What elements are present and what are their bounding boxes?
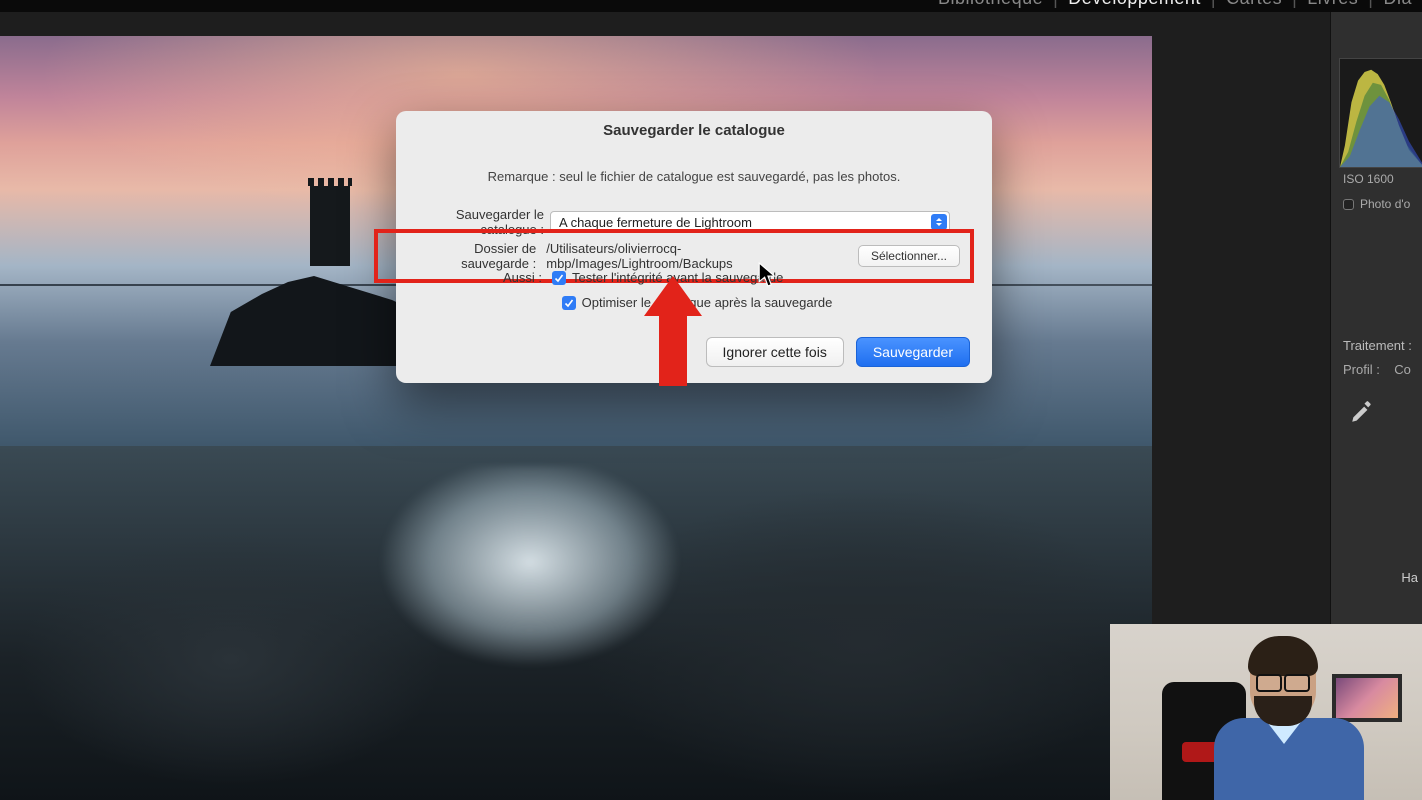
webcam-overlay xyxy=(1110,624,1422,800)
dialog-title: Sauvegarder le catalogue xyxy=(396,111,992,139)
highlights-label-partial: Ha xyxy=(1401,570,1418,585)
optimize-label: Optimiser le catalogue après la sauvegar… xyxy=(582,295,833,310)
backup-frequency-value: A chaque fermeture de Lightroom xyxy=(559,215,752,230)
ignore-button[interactable]: Ignorer cette fois xyxy=(706,337,844,367)
test-integrity-checkbox[interactable]: Tester l'intégrité avant la sauvegarde xyxy=(552,270,783,285)
presenter xyxy=(1204,640,1374,800)
backup-folder-label: Dossier de sauvegarde : xyxy=(404,241,542,271)
tab-book[interactable]: Livres xyxy=(1297,0,1368,9)
checkbox-checked-icon xyxy=(552,271,566,285)
profile-value: Co xyxy=(1394,362,1411,377)
profile-row[interactable]: Profil : Co xyxy=(1343,362,1411,377)
original-photo-label: Photo d'o xyxy=(1360,197,1410,211)
backup-folder-path: /Utilisateurs/olivierrocq-mbp/Images/Lig… xyxy=(542,241,854,271)
tab-slideshow[interactable]: Dia xyxy=(1373,0,1422,9)
module-tabs: Bibliothèque | Développement | Cartes | … xyxy=(0,0,1422,12)
backup-catalog-dialog: Sauvegarder le catalogue Remarque : seul… xyxy=(396,111,992,383)
also-row: Aussi : Tester l'intégrité avant la sauv… xyxy=(396,270,992,285)
test-integrity-label: Tester l'intégrité avant la sauvegarde xyxy=(572,270,783,285)
select-folder-button[interactable]: Sélectionner... xyxy=(858,245,960,267)
optimize-checkbox[interactable]: Optimiser le catalogue après la sauvegar… xyxy=(562,295,833,310)
checkbox-icon xyxy=(1343,199,1354,210)
dropdown-arrows-icon xyxy=(931,214,947,230)
original-photo-toggle[interactable]: Photo d'o xyxy=(1343,197,1410,211)
white-balance-dropper[interactable] xyxy=(1345,400,1379,424)
dialog-note: Remarque : seul le fichier de catalogue … xyxy=(396,169,992,184)
tab-library[interactable]: Bibliothèque xyxy=(928,0,1053,9)
histogram[interactable] xyxy=(1339,58,1422,168)
iso-readout: ISO 1600 xyxy=(1343,172,1394,186)
dialog-buttons: Ignorer cette fois Sauvegarder xyxy=(706,337,970,367)
profile-label: Profil : xyxy=(1343,362,1380,377)
optimize-row: Optimiser le catalogue après la sauvegar… xyxy=(396,295,992,310)
treatment-label: Traitement : xyxy=(1343,338,1412,353)
save-button[interactable]: Sauvegarder xyxy=(856,337,970,367)
checkbox-checked-icon xyxy=(562,296,576,310)
also-label: Aussi : xyxy=(396,270,548,285)
tab-map[interactable]: Cartes xyxy=(1216,0,1292,9)
tab-develop[interactable]: Développement xyxy=(1058,0,1211,9)
